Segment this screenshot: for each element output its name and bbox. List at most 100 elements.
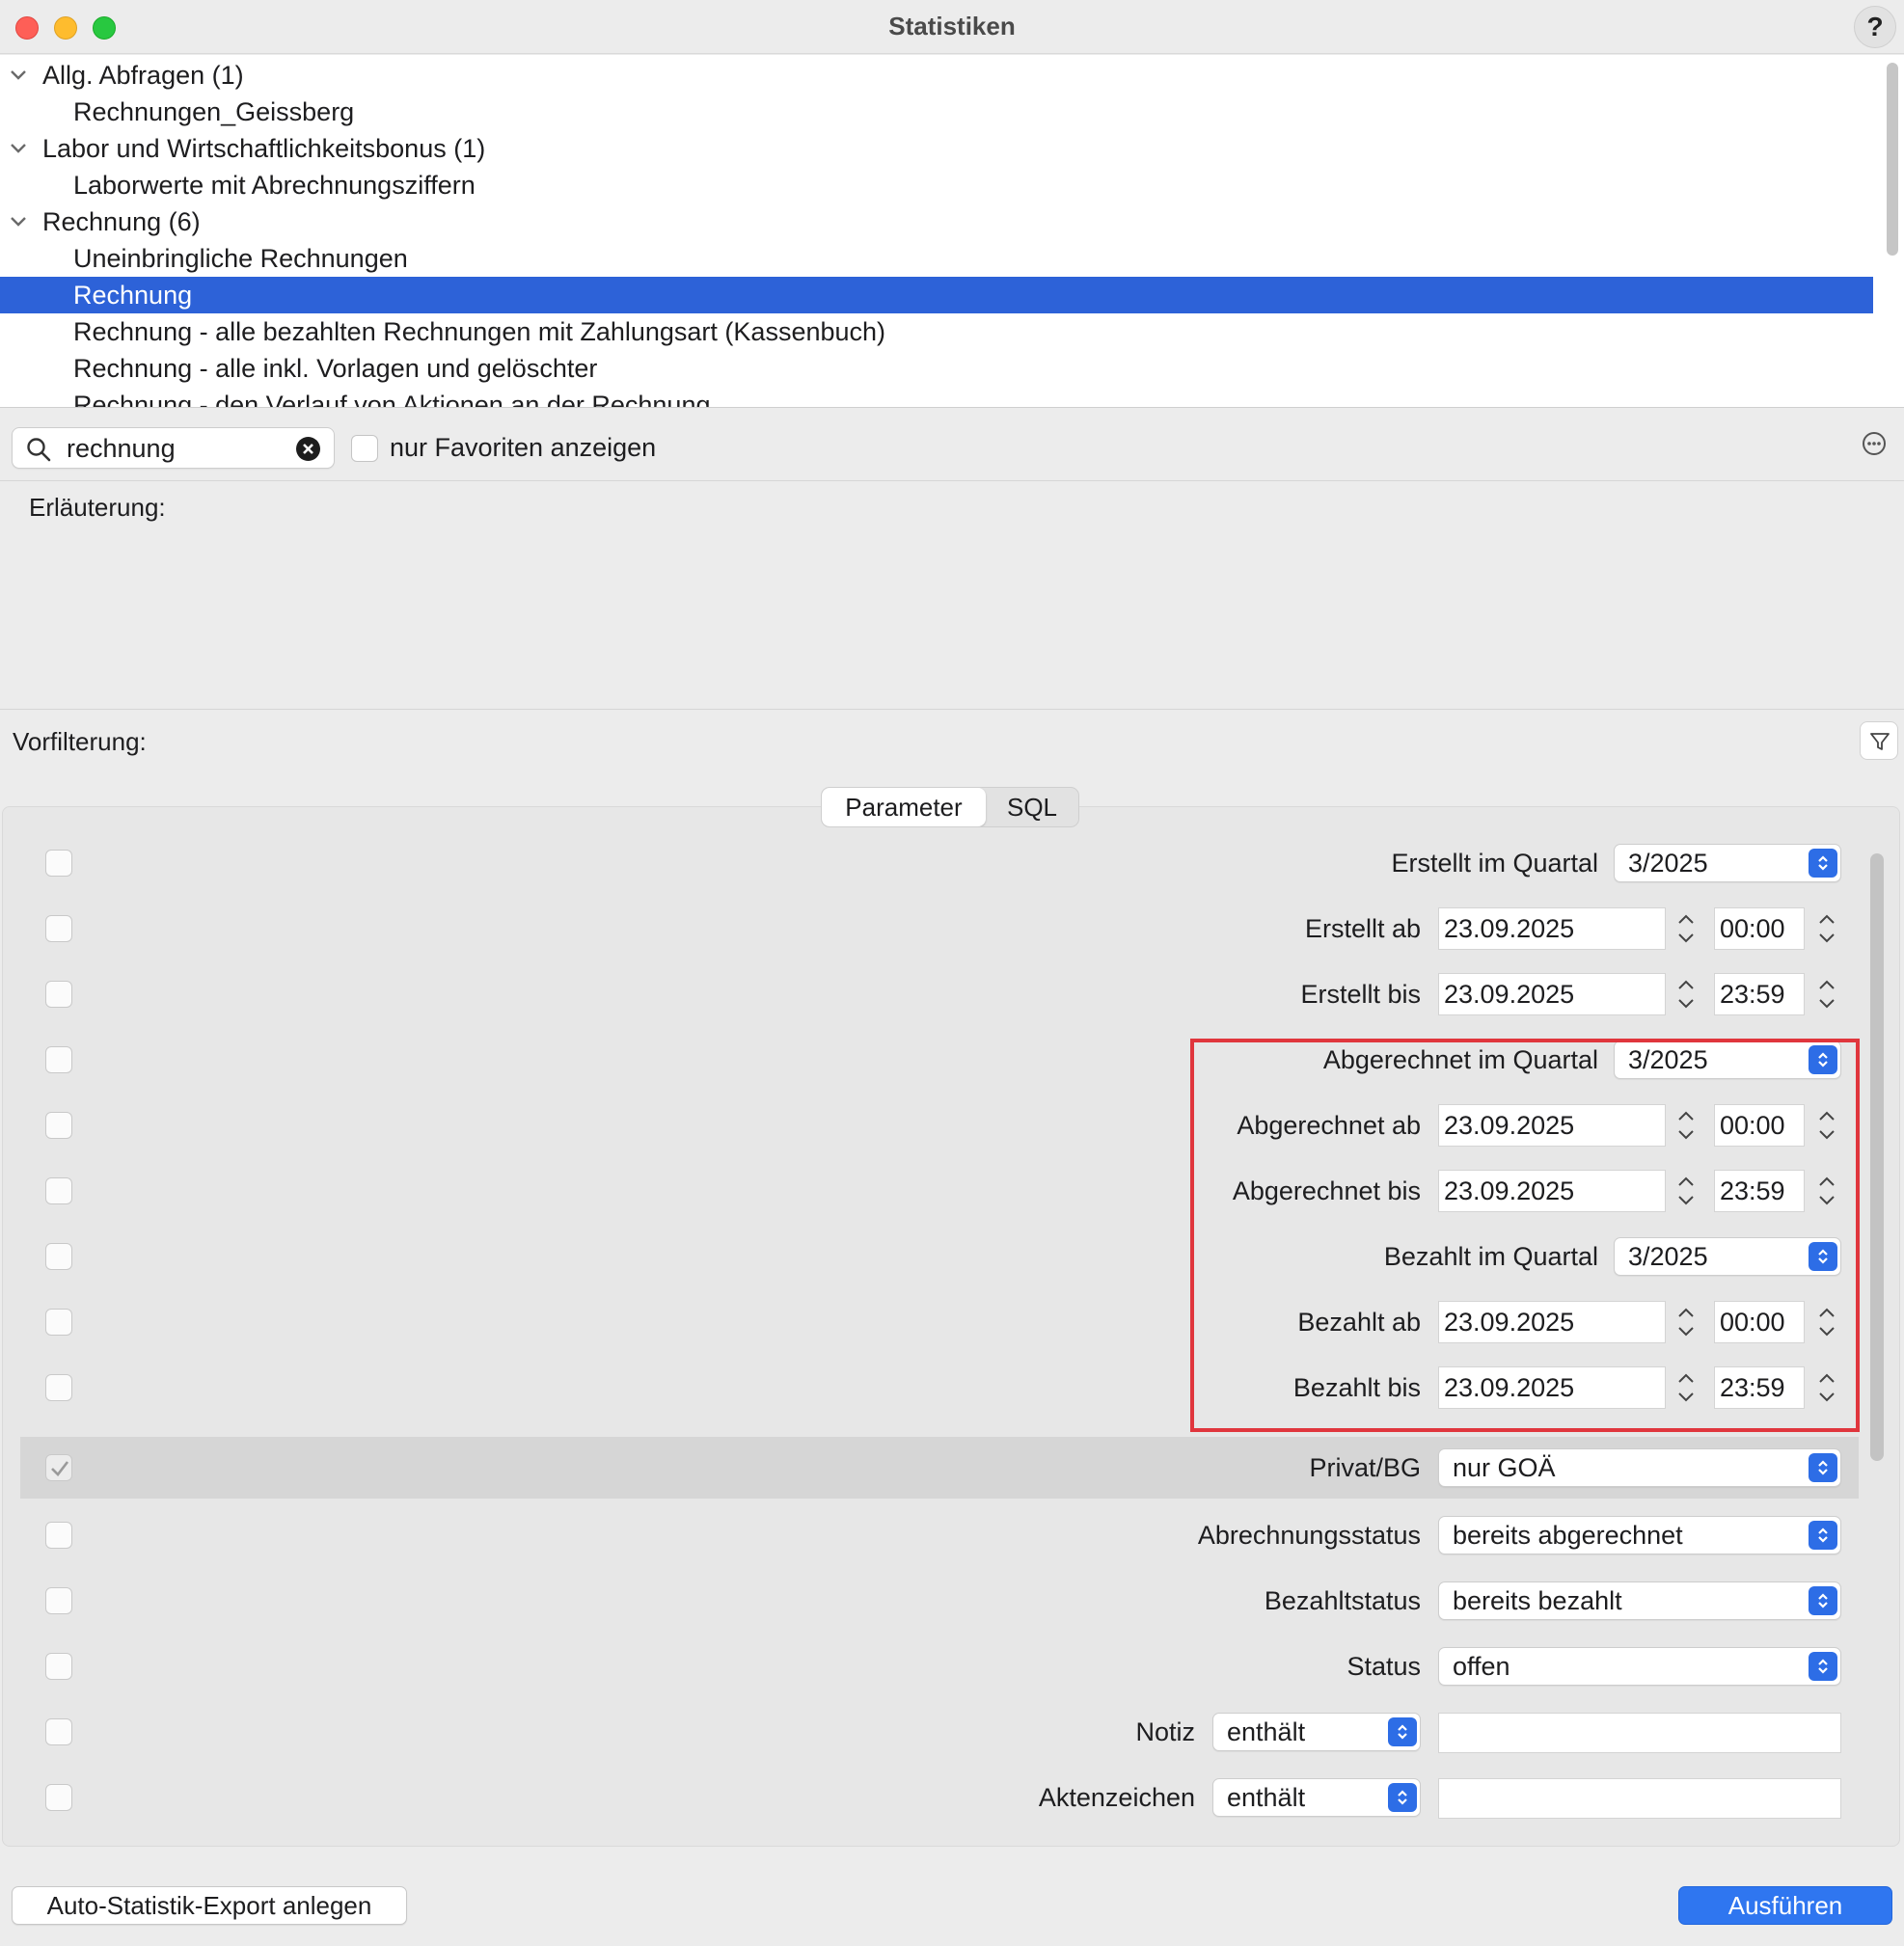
date-field[interactable]: 23.09.2025 <box>1438 1301 1666 1343</box>
time-stepper-icon[interactable] <box>1814 1366 1839 1409</box>
tree-label: Uneinbringliche Rechnungen <box>73 244 408 273</box>
time-stepper-icon[interactable] <box>1814 973 1839 1015</box>
aktenzeichen-operator-select[interactable]: enthält <box>1212 1778 1421 1817</box>
chevron-down-icon[interactable] <box>10 203 29 240</box>
date-stepper-icon[interactable] <box>1673 1170 1699 1212</box>
filter-button[interactable] <box>1860 721 1898 760</box>
tree-label: Rechnung (6) <box>42 207 201 236</box>
date-field[interactable]: 23.09.2025 <box>1438 1104 1666 1147</box>
date-stepper-icon[interactable] <box>1673 1301 1699 1343</box>
param-checkbox[interactable] <box>45 1243 72 1270</box>
time-field[interactable]: 00:00 <box>1714 1301 1805 1343</box>
param-label: Aktenzeichen <box>1038 1783 1195 1812</box>
param-label: Privat/BG <box>1309 1453 1421 1482</box>
bezahltstatus-select[interactable]: bereits bezahlt <box>1438 1581 1841 1620</box>
param-label: Notiz <box>1135 1717 1195 1746</box>
param-row-erstellt-ab: Erstellt ab 23.09.2025 00:00 <box>20 900 1859 958</box>
param-checkbox[interactable] <box>45 1653 72 1680</box>
date-field[interactable]: 23.09.2025 <box>1438 1170 1666 1212</box>
param-checkbox[interactable] <box>45 1112 72 1139</box>
param-checkbox[interactable] <box>45 850 72 877</box>
select-arrows-icon <box>1809 1586 1837 1615</box>
param-checkbox[interactable] <box>45 1784 72 1811</box>
param-checkbox[interactable] <box>45 1522 72 1549</box>
time-field[interactable]: 00:00 <box>1714 1104 1805 1147</box>
tree-item-rechnung-selected[interactable]: Rechnung <box>0 277 1873 313</box>
select-value: bereits bezahlt <box>1453 1586 1622 1615</box>
param-checkbox[interactable] <box>45 915 72 942</box>
param-label: Abrechnungsstatus <box>1197 1521 1421 1550</box>
chevron-down-icon[interactable] <box>10 57 29 94</box>
clear-search-icon[interactable] <box>296 437 320 461</box>
tree-group-allg-abfragen[interactable]: Allg. Abfragen (1) <box>0 57 1873 94</box>
date-stepper-icon[interactable] <box>1673 1366 1699 1409</box>
param-label: Erstellt ab <box>1304 914 1421 943</box>
param-checkbox[interactable] <box>45 1374 72 1401</box>
param-row-abgerechnet-bis: Abgerechnet bis 23.09.2025 23:59 <box>20 1162 1859 1220</box>
time-field[interactable]: 23:59 <box>1714 1170 1805 1212</box>
date-stepper-icon[interactable] <box>1673 907 1699 950</box>
tree-item-rechnungen-geissberg[interactable]: Rechnungen_Geissberg <box>0 94 1873 130</box>
favorites-checkbox[interactable] <box>351 435 378 462</box>
param-checkbox[interactable] <box>45 1309 72 1336</box>
aktenzeichen-input[interactable] <box>1438 1778 1841 1819</box>
param-row-bezahlt-ab: Bezahlt ab 23.09.2025 00:00 <box>20 1293 1859 1351</box>
parameter-sql-tabs: Parameter SQL <box>821 787 1079 827</box>
time-field[interactable]: 23:59 <box>1714 973 1805 1015</box>
param-checkbox[interactable] <box>45 981 72 1008</box>
notiz-input[interactable] <box>1438 1713 1841 1753</box>
auto-export-button[interactable]: Auto-Statistik-Export anlegen <box>12 1886 407 1925</box>
tab-parameter[interactable]: Parameter <box>822 788 986 826</box>
tab-sql[interactable]: SQL <box>986 788 1078 826</box>
param-label: Bezahlt ab <box>1297 1308 1421 1337</box>
quarter-select[interactable]: 3/2025 <box>1614 1041 1841 1079</box>
time-stepper-icon[interactable] <box>1814 1170 1839 1212</box>
param-row-abgerechnet-ab: Abgerechnet ab 23.09.2025 00:00 <box>20 1096 1859 1154</box>
search-field[interactable]: rechnung <box>12 427 335 469</box>
date-field[interactable]: 23.09.2025 <box>1438 1366 1666 1409</box>
chevron-down-icon[interactable] <box>10 130 29 167</box>
param-row-privat-bg: Privat/BG nur GOÄ <box>20 1437 1859 1499</box>
param-checkbox[interactable] <box>45 1046 72 1073</box>
date-field[interactable]: 23.09.2025 <box>1438 907 1666 950</box>
tree-label: Rechnung - alle inkl. Vorlagen und gelös… <box>73 354 598 383</box>
time-stepper-icon[interactable] <box>1814 1301 1839 1343</box>
quarter-select[interactable]: 3/2025 <box>1614 844 1841 882</box>
tree-group-rechnung[interactable]: Rechnung (6) <box>0 203 1873 240</box>
time-stepper-icon[interactable] <box>1814 907 1839 950</box>
more-options-icon[interactable] <box>1862 431 1887 456</box>
tree-group-labor[interactable]: Labor und Wirtschaftlichkeitsbonus (1) <box>0 130 1873 167</box>
select-arrows-icon <box>1809 1652 1837 1681</box>
run-button[interactable]: Ausführen <box>1678 1886 1892 1925</box>
param-checkbox[interactable] <box>45 1587 72 1614</box>
favorites-label: nur Favoriten anzeigen <box>390 433 657 462</box>
tree-item-uneinbringliche[interactable]: Uneinbringliche Rechnungen <box>0 240 1873 277</box>
search-input[interactable]: rechnung <box>67 434 176 463</box>
param-checkbox-checked[interactable] <box>45 1454 72 1481</box>
tree-item-rechnung-alle[interactable]: Rechnung - alle inkl. Vorlagen und gelös… <box>0 350 1873 387</box>
param-checkbox[interactable] <box>45 1718 72 1745</box>
time-field[interactable]: 00:00 <box>1714 907 1805 950</box>
param-row-abgerechnet-quartal: Abgerechnet im Quartal 3/2025 <box>20 1031 1859 1089</box>
time-stepper-icon[interactable] <box>1814 1104 1839 1147</box>
help-button[interactable]: ? <box>1854 6 1896 48</box>
date-stepper-icon[interactable] <box>1673 973 1699 1015</box>
tree-scrollbar[interactable] <box>1887 63 1898 256</box>
quarter-select[interactable]: 3/2025 <box>1614 1237 1841 1276</box>
param-checkbox[interactable] <box>45 1177 72 1204</box>
explanation-label: Erläuterung: <box>29 493 166 522</box>
date-field[interactable]: 23.09.2025 <box>1438 973 1666 1015</box>
notiz-operator-select[interactable]: enthält <box>1212 1713 1421 1751</box>
select-value: enthält <box>1227 1783 1306 1812</box>
privat-bg-select[interactable]: nur GOÄ <box>1438 1448 1841 1487</box>
tree-item-rechnung-verlauf[interactable]: Rechnung - den Verlauf von Aktionen an d… <box>0 387 1873 407</box>
abrechnungsstatus-select[interactable]: bereits abgerechnet <box>1438 1516 1841 1554</box>
param-label: Bezahlt im Quartal <box>1383 1242 1598 1271</box>
time-field[interactable]: 23:59 <box>1714 1366 1805 1409</box>
parameter-scrollbar[interactable] <box>1870 853 1884 1461</box>
tree-item-laborwerte[interactable]: Laborwerte mit Abrechnungsziffern <box>0 167 1873 203</box>
param-row-abrechnungsstatus: Abrechnungsstatus bereits abgerechnet <box>20 1506 1859 1564</box>
status-select[interactable]: offen <box>1438 1647 1841 1686</box>
tree-item-rechnung-bezahlt[interactable]: Rechnung - alle bezahlten Rechnungen mit… <box>0 313 1873 350</box>
date-stepper-icon[interactable] <box>1673 1104 1699 1147</box>
